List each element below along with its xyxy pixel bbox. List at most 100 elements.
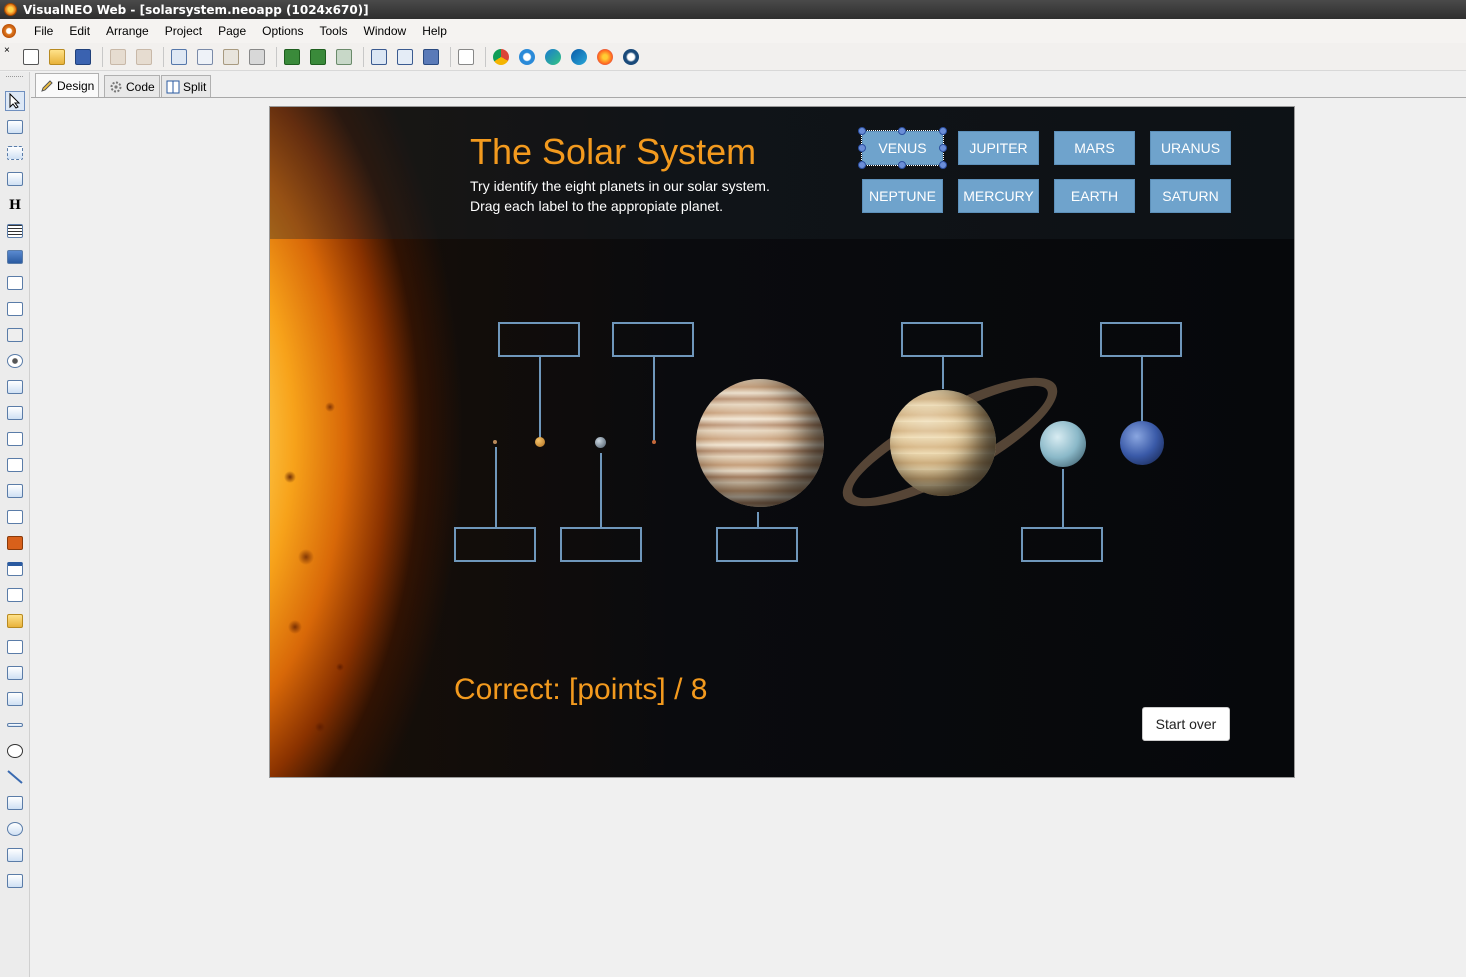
label-earth[interactable]: EARTH (1054, 179, 1135, 213)
date-picker-tool-icon[interactable] (5, 559, 25, 579)
resize-handle[interactable] (858, 127, 866, 135)
drop-target-mars[interactable] (612, 322, 694, 357)
menu-window[interactable]: Window (356, 19, 415, 43)
image-tool-icon[interactable] (5, 247, 25, 267)
navigation-tool-icon[interactable] (5, 663, 25, 683)
polygon-tool-icon[interactable] (5, 845, 25, 865)
input-button-tool-icon[interactable] (5, 481, 25, 501)
paragraph-tool-icon[interactable] (5, 221, 25, 241)
file-tool-icon[interactable] (5, 611, 25, 631)
container-tool-icon[interactable] (5, 117, 25, 137)
new-document-button[interactable] (20, 46, 42, 68)
app-menu-icon[interactable] (2, 24, 16, 38)
drop-target-jupiter[interactable] (716, 527, 798, 562)
resize-handle[interactable] (858, 161, 866, 169)
slider-tool-icon[interactable] (5, 715, 25, 735)
menu-arrange[interactable]: Arrange (98, 19, 157, 43)
drop-target-venus[interactable] (498, 322, 580, 357)
arrange-button[interactable] (333, 46, 355, 68)
menu-project[interactable]: Project (157, 19, 210, 43)
ellipse-tool-icon[interactable] (5, 819, 25, 839)
checkbox-tool-icon[interactable] (5, 299, 25, 319)
drop-target-earth[interactable] (560, 527, 642, 562)
start-over-button[interactable]: Start over (1142, 707, 1230, 741)
drop-target-neptune[interactable] (1100, 322, 1182, 357)
time-picker-tool-icon[interactable] (5, 585, 25, 605)
tab-design[interactable]: Design (35, 73, 100, 97)
resize-handle[interactable] (939, 127, 947, 135)
firefox-preview-icon[interactable] (594, 46, 616, 68)
drop-target-mercury[interactable] (454, 527, 536, 562)
publish-button[interactable] (420, 46, 442, 68)
app-page-preview[interactable]: The Solar System Try identify the eight … (269, 106, 1295, 778)
resize-handle[interactable] (939, 144, 947, 152)
edge-preview-icon[interactable] (542, 46, 564, 68)
preview-button[interactable] (394, 46, 416, 68)
planet-jupiter-image (696, 379, 824, 507)
label-uranus[interactable]: URANUS (1150, 131, 1231, 165)
progress-tool-icon[interactable] (5, 689, 25, 709)
label-neptune[interactable]: NEPTUNE (862, 179, 943, 213)
copy-button[interactable] (194, 46, 216, 68)
drop-target-uranus[interactable] (1021, 527, 1103, 562)
combobox-tool-icon[interactable] (5, 403, 25, 423)
line-tool-icon[interactable] (5, 767, 25, 787)
title-bar: VisualNEO Web - [solarsystem.neoapp (102… (0, 0, 1466, 19)
window-title: VisualNEO Web - [solarsystem.neoapp (102… (23, 2, 369, 17)
select-tool-icon[interactable] (5, 91, 25, 111)
internet-explorer-preview-icon[interactable] (516, 46, 538, 68)
undo-button[interactable] (107, 46, 129, 68)
radio-tool-icon[interactable] (5, 351, 25, 371)
timer-tool-icon[interactable] (5, 741, 25, 761)
chrome-preview-icon[interactable] (490, 46, 512, 68)
redo-button[interactable] (133, 46, 155, 68)
resize-handle[interactable] (939, 161, 947, 169)
tab-design-label: Design (57, 78, 95, 93)
password-tool-icon[interactable] (5, 507, 25, 527)
tab-code[interactable]: Code (104, 75, 160, 97)
input-tool-icon[interactable] (5, 455, 25, 475)
close-document-icon[interactable]: × (4, 45, 14, 56)
label-tool-icon[interactable] (5, 637, 25, 657)
delete-button[interactable] (246, 46, 268, 68)
label-saturn[interactable]: SATURN (1150, 179, 1231, 213)
resize-handle[interactable] (898, 127, 906, 135)
palette-grip[interactable] (6, 76, 23, 82)
box-tool-icon[interactable] (5, 143, 25, 163)
menu-tools[interactable]: Tools (311, 19, 355, 43)
other-browser-preview-icon[interactable] (620, 46, 642, 68)
resize-handle[interactable] (858, 144, 866, 152)
ungroup-button[interactable] (307, 46, 329, 68)
edge-legacy-preview-icon[interactable] (568, 46, 590, 68)
resize-handle[interactable] (898, 161, 906, 169)
iframe-tool-icon[interactable] (5, 871, 25, 891)
listbox-tool-icon[interactable] (5, 377, 25, 397)
button-tool-icon[interactable] (5, 273, 25, 293)
textarea-tool-icon[interactable] (5, 429, 25, 449)
menu-page[interactable]: Page (210, 19, 254, 43)
open-folder-button[interactable] (46, 46, 68, 68)
cut-button[interactable] (168, 46, 190, 68)
heading-tool-icon[interactable]: H (5, 195, 25, 215)
checkbox-alt-tool-icon[interactable] (5, 325, 25, 345)
color-picker-tool-icon[interactable] (5, 533, 25, 553)
label-venus[interactable]: VENUS (861, 130, 944, 166)
planet-earth-image (595, 437, 606, 448)
paste-button[interactable] (220, 46, 242, 68)
new-page-button[interactable] (455, 46, 477, 68)
menu-file[interactable]: File (26, 19, 61, 43)
rectangle-tool-icon[interactable] (5, 793, 25, 813)
panel-tool-icon[interactable] (5, 169, 25, 189)
drop-target-saturn[interactable] (901, 322, 983, 357)
planet-saturn-image (890, 390, 996, 496)
tab-split[interactable]: Split (161, 75, 212, 97)
label-jupiter[interactable]: JUPITER (958, 131, 1039, 165)
label-mercury[interactable]: MERCURY (958, 179, 1039, 213)
save-button[interactable] (72, 46, 94, 68)
label-mars[interactable]: MARS (1054, 131, 1135, 165)
menu-help[interactable]: Help (414, 19, 455, 43)
page-properties-button[interactable] (368, 46, 390, 68)
menu-edit[interactable]: Edit (61, 19, 98, 43)
menu-options[interactable]: Options (254, 19, 311, 43)
group-button[interactable] (281, 46, 303, 68)
